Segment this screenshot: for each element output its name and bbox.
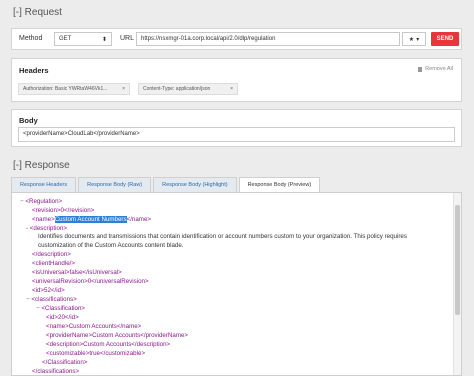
xml-tag: <name>Custom Accounts</name>: [46, 323, 142, 330]
tab-response-body-preview[interactable]: Response Body (Preview): [238, 177, 321, 192]
header-chip-text: Authorization: Basic YWRtaW46Vk1...: [23, 86, 108, 92]
body-textarea[interactable]: <providerName>CloudLab</providerName>: [18, 127, 455, 142]
xml-tag: <name>: [32, 216, 55, 223]
headers-panel: Headers Remove All Authorization: Basic …: [11, 58, 462, 102]
response-section-title[interactable]: [-] Response: [13, 160, 70, 171]
request-bar: Method GET ⬍ URL https://nsxmgr-01a.corp…: [11, 28, 462, 50]
xml-tag: </classifications>: [32, 368, 80, 375]
collapse-toggle[interactable]: −: [36, 305, 40, 312]
header-chip[interactable]: Content-Type: application/json ×: [138, 83, 238, 95]
collapse-toggle[interactable]: −: [26, 296, 30, 303]
url-value: https://nsxmgr-01a.corp.local/api/2.0/dl…: [141, 36, 276, 42]
header-chip-text: Content-Type: application/json: [143, 86, 211, 92]
remove-all-label: Remove All: [425, 66, 453, 72]
url-label: URL: [120, 35, 135, 42]
description-text: Identifies documents and transmissions t…: [38, 233, 407, 249]
body-title: Body: [19, 116, 38, 125]
xml-tag: <revision>0</revision>: [32, 207, 95, 214]
remove-all-button[interactable]: Remove All: [418, 66, 453, 72]
collapse-toggle[interactable]: −: [20, 198, 24, 205]
response-preview-pane: − <Regulation> <revision>0</revision> <n…: [11, 192, 462, 376]
url-input[interactable]: https://nsxmgr-01a.corp.local/api/2.0/dl…: [136, 32, 400, 46]
xml-tag: <customizable>true</customizable>: [46, 350, 146, 357]
close-icon[interactable]: ×: [122, 86, 125, 92]
xml-tag: <clientHandle/>: [32, 260, 75, 267]
xml-tag: <description>Custom Accounts</descriptio…: [46, 341, 171, 348]
xml-tag: <id>52</id>: [32, 287, 65, 294]
selected-text[interactable]: Custom Account Numbers: [54, 216, 127, 223]
xml-tag: </name>: [126, 216, 152, 223]
trash-icon: [418, 66, 423, 72]
body-content: <providerName>CloudLab</providerName>: [23, 131, 140, 137]
xml-tag: <classifications>: [31, 296, 77, 303]
method-select[interactable]: GET ⬍: [54, 32, 112, 46]
chevron-down-icon: ⬍: [101, 36, 107, 43]
collapse-toggle[interactable]: -: [26, 225, 28, 232]
tab-response-body-highlight[interactable]: Response Body (Highlight): [153, 177, 237, 192]
response-tabs: Response Headers Response Body (Raw) Res…: [11, 177, 322, 192]
xml-tag: <providerName>Custom Accounts</providerN…: [46, 332, 189, 339]
xml-tag: <isUniversal>false</isUniversal>: [32, 269, 122, 276]
xml-tag: </description>: [32, 251, 71, 258]
send-button[interactable]: SEND: [431, 32, 459, 46]
xml-tag: <description>: [29, 225, 67, 232]
star-icon: ★: [408, 36, 415, 43]
header-chip[interactable]: Authorization: Basic YWRtaW46Vk1... ×: [18, 83, 130, 95]
xml-tag: <Classification>: [41, 305, 86, 312]
caret-down-icon: ▾: [416, 36, 420, 43]
xml-tag: <universalRevision>0</universalRevision>: [32, 278, 149, 285]
favorite-star-dropdown[interactable]: ★ ▾: [402, 32, 426, 46]
xml-tag: </Classification>: [42, 359, 88, 366]
body-panel: Body <providerName>CloudLab</providerNam…: [11, 109, 462, 147]
xml-tag: <id>20</id>: [46, 314, 79, 321]
method-value: GET: [59, 36, 72, 42]
method-label: Method: [19, 35, 43, 42]
response-scrollbar[interactable]: [453, 193, 461, 375]
xml-tag: <Regulation>: [25, 198, 63, 205]
tab-response-headers[interactable]: Response Headers: [11, 177, 77, 192]
scrollbar-thumb[interactable]: [455, 205, 460, 315]
headers-title: Headers: [19, 66, 49, 75]
request-section-title[interactable]: [-] Request: [13, 7, 62, 18]
tab-response-body-raw[interactable]: Response Body (Raw): [78, 177, 152, 192]
close-icon[interactable]: ×: [230, 86, 233, 92]
